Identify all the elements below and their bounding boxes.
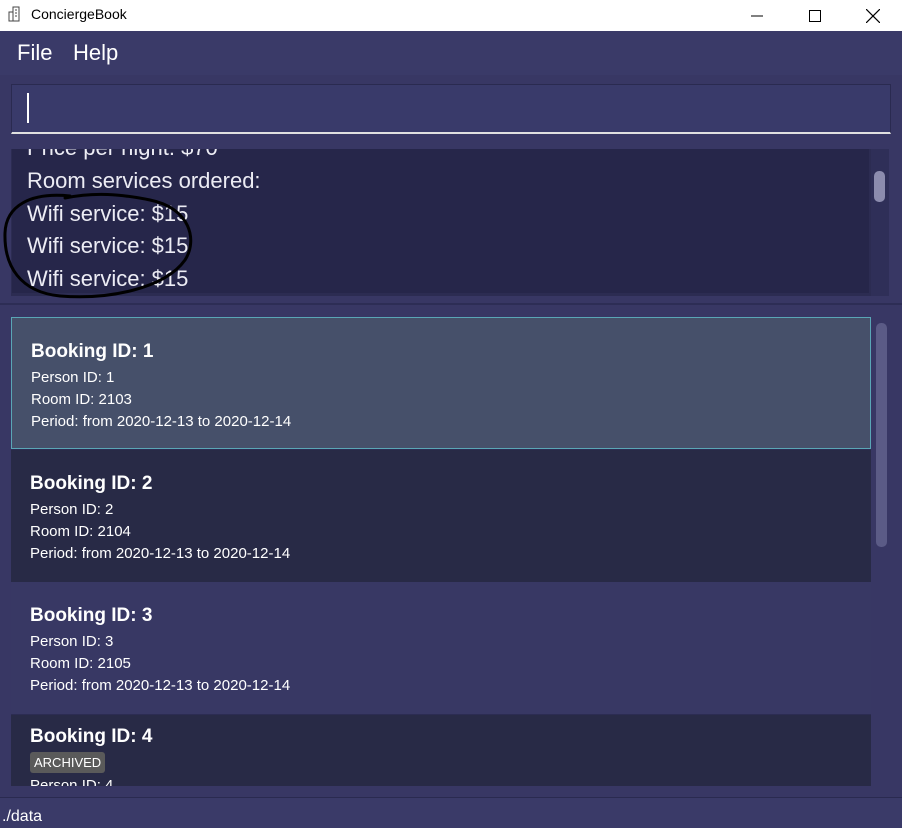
- menu-bar: File Help: [0, 31, 902, 75]
- archived-badge: ARCHIVED: [30, 752, 106, 773]
- text-caret: [27, 93, 29, 123]
- building-icon: [8, 6, 20, 22]
- result-line: Wifi service: $15: [27, 201, 189, 226]
- close-icon: [866, 8, 880, 23]
- booking-title: Booking ID: 3: [30, 605, 153, 626]
- booking-period: Period: from 2020-12-13 to 2020-12-14: [31, 413, 292, 430]
- booking-room: Room ID: 2103: [31, 391, 132, 408]
- close-button[interactable]: [844, 0, 902, 31]
- menu-help[interactable]: Help: [73, 40, 118, 66]
- booking-title: Booking ID: 4: [30, 726, 153, 747]
- booking-list[interactable]: Booking ID: 1 Person ID: 1 Room ID: 2103…: [11, 317, 871, 786]
- booking-person: Person ID: 4: [30, 777, 114, 786]
- booking-title: Booking ID: 2: [30, 473, 153, 494]
- maximize-icon: [809, 9, 821, 22]
- maximize-button[interactable]: [786, 0, 844, 31]
- booking-room: Room ID: 2105: [30, 655, 131, 672]
- menu-file[interactable]: File: [17, 40, 52, 66]
- title-bar: ConciergeBook: [0, 0, 902, 31]
- minimize-icon: [751, 15, 763, 16]
- list-scroll-thumb[interactable]: [876, 323, 887, 547]
- result-content: Price per night: $70 Room services order…: [12, 149, 869, 293]
- booking-card[interactable]: Booking ID: 1 Person ID: 1 Room ID: 2103…: [11, 317, 871, 449]
- booking-card[interactable]: Booking ID: 2 Person ID: 2 Room ID: 2104…: [11, 450, 871, 582]
- result-line: Price per night: $70: [27, 149, 218, 161]
- panel-divider[interactable]: [0, 303, 902, 305]
- booking-room: Room ID: 2104: [30, 523, 131, 540]
- result-line: Room services ordered:: [27, 168, 261, 193]
- booking-period: Period: from 2020-12-13 to 2020-12-14: [30, 545, 291, 562]
- booking-period: Period: from 2020-12-13 to 2020-12-14: [30, 677, 291, 694]
- command-input[interactable]: [12, 85, 898, 130]
- booking-card[interactable]: Booking ID: 3 Person ID: 3 Room ID: 2105…: [11, 582, 871, 714]
- booking-card[interactable]: Booking ID: 4 ARCHIVED Person ID: 4: [11, 715, 871, 786]
- minimize-button[interactable]: [728, 0, 786, 31]
- result-line: Wifi service: $15: [27, 233, 189, 258]
- status-bar: ./data: [0, 797, 902, 828]
- booking-title: Booking ID: 1: [31, 341, 154, 362]
- booking-person: Person ID: 2: [30, 501, 114, 518]
- result-line: Wifi service: $15: [27, 266, 189, 291]
- result-scroll-thumb[interactable]: [874, 171, 885, 202]
- command-box: [11, 84, 898, 134]
- booking-person: Person ID: 1: [31, 369, 115, 386]
- result-display[interactable]: Price per night: $70 Room services order…: [11, 149, 889, 296]
- window-title: ConciergeBook: [31, 6, 127, 22]
- save-location: ./data: [2, 808, 43, 825]
- booking-person: Person ID: 3: [30, 633, 114, 650]
